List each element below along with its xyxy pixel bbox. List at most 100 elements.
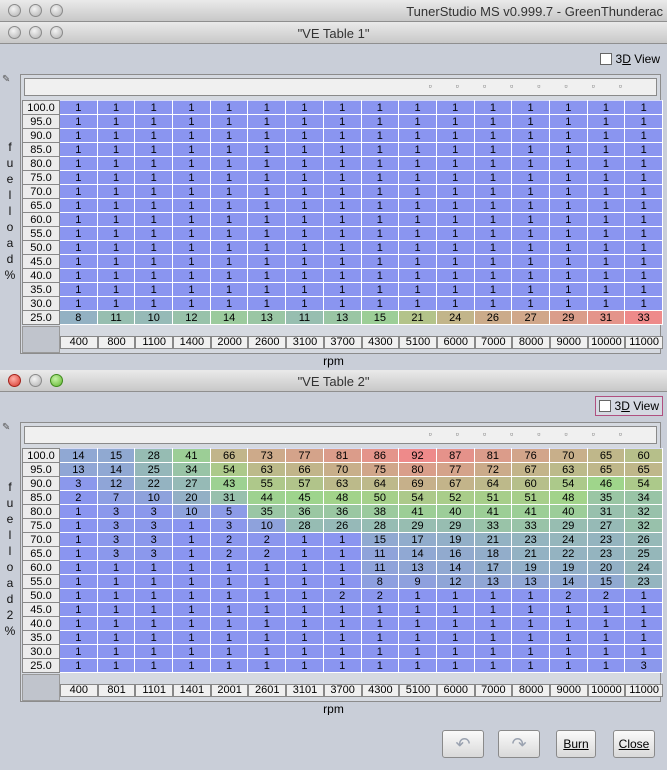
ve-cell[interactable]: 1 [247, 658, 287, 673]
redo-button[interactable]: ↷ [498, 730, 540, 758]
ve-cell[interactable]: 28 [285, 518, 324, 533]
y-axis-label[interactable]: 85.0 [22, 490, 60, 505]
y-axis-label[interactable]: 40.0 [22, 268, 60, 283]
ve-cell[interactable]: 41 [511, 504, 550, 519]
ve-cell[interactable]: 1 [473, 142, 513, 157]
ve-cell[interactable]: 1 [360, 128, 400, 143]
x-axis-label[interactable]: 4300 [361, 336, 400, 349]
ve-cell[interactable]: 1 [548, 184, 588, 199]
ve-cell[interactable]: 1 [59, 282, 98, 297]
ve-cell[interactable]: 70 [548, 448, 588, 463]
ve-cell[interactable]: 2 [548, 588, 588, 603]
ve-cell[interactable]: 14 [59, 448, 98, 463]
x-axis-label[interactable]: 2000 [210, 336, 249, 349]
ve-cell[interactable]: 69 [398, 476, 437, 491]
ve-cell[interactable]: 12 [172, 310, 211, 325]
ve-cell[interactable]: 24 [435, 310, 475, 325]
ve-cell[interactable]: 44 [247, 490, 287, 505]
ve-cell[interactable]: 1 [473, 658, 513, 673]
ve-cell[interactable]: 77 [285, 448, 324, 463]
ve-cell[interactable]: 63 [247, 462, 287, 477]
ve-cell[interactable]: 1 [548, 254, 588, 269]
ve-cell[interactable]: 1 [209, 602, 249, 617]
ve-cell[interactable]: 1 [134, 616, 174, 631]
ve-cell[interactable]: 1 [511, 128, 550, 143]
ve-cell[interactable]: 12 [96, 476, 136, 491]
ve-cell[interactable]: 2 [59, 490, 98, 505]
ve-cell[interactable]: 1 [624, 212, 663, 227]
ve-cell[interactable]: 31 [586, 504, 626, 519]
minimize-window-button[interactable] [29, 4, 42, 17]
y-axis-label[interactable]: 70.0 [22, 532, 60, 547]
ve-cell[interactable]: 33 [511, 518, 550, 533]
ve-cell[interactable]: 1 [247, 602, 287, 617]
ve-cell[interactable]: 1 [398, 170, 437, 185]
ve-cell[interactable]: 17 [398, 532, 437, 547]
ve-cell[interactable]: 1 [473, 100, 513, 115]
ve-cell[interactable]: 1 [435, 602, 475, 617]
ve-cell[interactable]: 1 [172, 532, 211, 547]
ve-cell[interactable]: 18 [473, 546, 513, 561]
y-axis-label[interactable]: 90.0 [22, 476, 60, 491]
ve-cell[interactable]: 1 [285, 630, 324, 645]
x-axis-label[interactable]: 400 [60, 336, 98, 349]
ve-cell[interactable]: 3 [209, 518, 249, 533]
ve-cell[interactable]: 3 [134, 518, 174, 533]
ve-cell[interactable]: 1 [247, 212, 287, 227]
ve-cell[interactable]: 1 [172, 114, 211, 129]
ve-cell[interactable]: 35 [586, 490, 626, 505]
ve-cell[interactable]: 1 [624, 170, 663, 185]
x-axis-label[interactable]: 10000 [587, 336, 626, 349]
ve-cell[interactable]: 77 [435, 462, 475, 477]
x-axis-label[interactable]: 8000 [512, 684, 550, 697]
ve-cell[interactable]: 1 [511, 254, 550, 269]
ve-cell[interactable]: 14 [548, 574, 588, 589]
ve-cell[interactable]: 92 [398, 448, 437, 463]
ve-cell[interactable]: 1 [360, 616, 400, 631]
ve-cell[interactable]: 1 [360, 184, 400, 199]
ve-cell[interactable]: 21 [398, 310, 437, 325]
ve-cell[interactable]: 54 [398, 490, 437, 505]
ve-cell[interactable]: 15 [360, 532, 400, 547]
ve-cell[interactable]: 1 [134, 170, 174, 185]
ve-cell[interactable]: 1 [209, 630, 249, 645]
ve-cell[interactable]: 38 [360, 504, 400, 519]
ve-cell[interactable]: 13 [398, 560, 437, 575]
ve-cell[interactable]: 1 [285, 296, 324, 311]
ve-cell[interactable]: 1 [209, 658, 249, 673]
ve-cell[interactable]: 1 [398, 268, 437, 283]
ve-cell[interactable]: 33 [624, 310, 663, 325]
x-axis-label[interactable]: 3101 [286, 684, 324, 697]
ve-cell[interactable]: 1 [511, 114, 550, 129]
ve-cell[interactable]: 50 [360, 490, 400, 505]
ve-cell[interactable]: 55 [247, 476, 287, 491]
ve-cell[interactable]: 1 [285, 184, 324, 199]
ve-cell[interactable]: 1 [134, 142, 174, 157]
ve-cell[interactable]: 1 [435, 128, 475, 143]
ve-cell[interactable]: 26 [473, 310, 513, 325]
ve-cell[interactable]: 1 [322, 254, 362, 269]
ve-cell[interactable]: 51 [473, 490, 513, 505]
ve-cell[interactable]: 1 [398, 100, 437, 115]
y-axis-label[interactable]: 75.0 [22, 170, 60, 185]
y-axis-label[interactable]: 35.0 [22, 630, 60, 645]
ve-cell[interactable]: 1 [435, 282, 475, 297]
ve-cell[interactable]: 1 [59, 616, 98, 631]
ve-cell[interactable]: 1 [511, 616, 550, 631]
ve-cell[interactable]: 1 [247, 616, 287, 631]
ve-cell[interactable]: 41 [473, 504, 513, 519]
ve-cell[interactable]: 1 [96, 226, 136, 241]
ve-cell[interactable]: 13 [59, 462, 98, 477]
ve-cell[interactable]: 1 [360, 602, 400, 617]
ve-cell[interactable]: 48 [322, 490, 362, 505]
ve-cell[interactable]: 1 [586, 212, 626, 227]
ve-cell[interactable]: 45 [285, 490, 324, 505]
ve-cell[interactable]: 73 [247, 448, 287, 463]
ve-cell[interactable]: 1 [586, 240, 626, 255]
ve-cell[interactable]: 8 [59, 310, 98, 325]
ve-cell[interactable]: 1 [247, 198, 287, 213]
ve-cell[interactable]: 23 [624, 574, 663, 589]
ve-cell[interactable]: 1 [247, 156, 287, 171]
ve-cell[interactable]: 1 [209, 282, 249, 297]
ve-cell[interactable]: 29 [398, 518, 437, 533]
